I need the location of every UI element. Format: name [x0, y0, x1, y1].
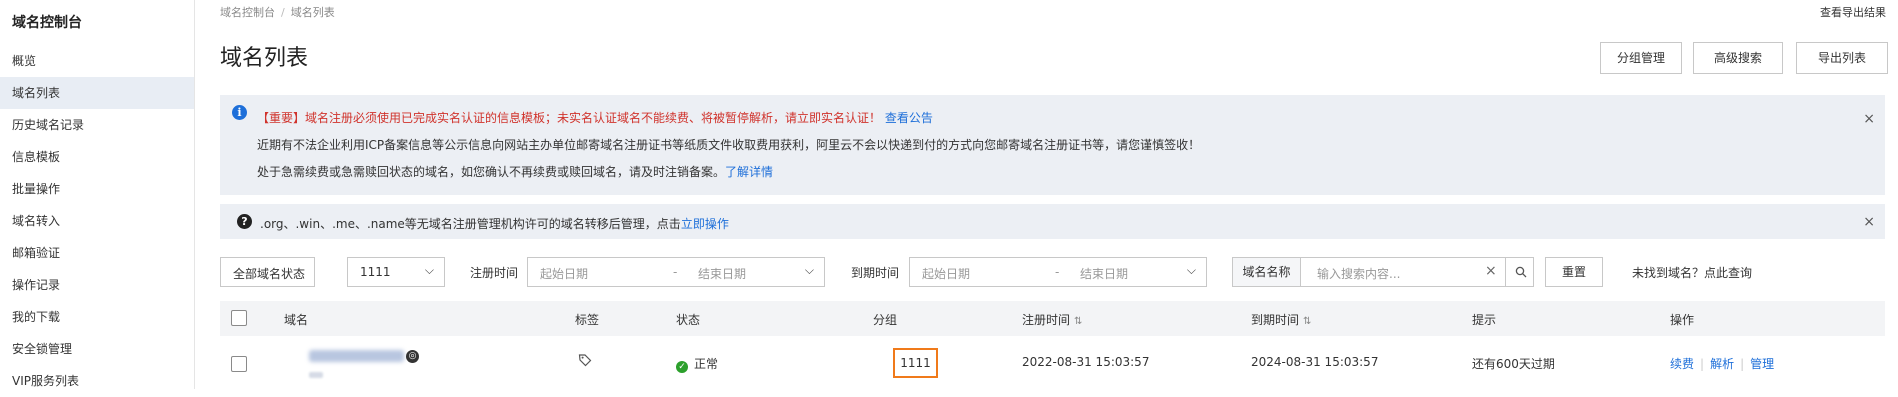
col-reg-time-label: 注册时间 [1022, 313, 1071, 327]
advanced-search-button[interactable]: 高级搜索 [1693, 42, 1783, 74]
table-header: 域名 标签 状态 分组 注册时间 ⇅ 到期时间 ⇅ 提示 操作 [220, 301, 1885, 336]
exp-date-range[interactable]: 起始日期 - 结束日期 ⌵ [909, 257, 1207, 287]
sidebar-item-downloads[interactable]: 我的下载 [0, 301, 194, 333]
status-select-value: 全部域名状态 [233, 267, 306, 281]
manage-link[interactable]: 管理 [1750, 357, 1774, 371]
main-content: 域名控制台 / 域名列表 查看导出结果 域名列表 分组管理 高级搜索 导出列表 i … [195, 0, 1898, 389]
exp-end-input[interactable]: 结束日期 [1080, 265, 1128, 282]
question-icon: ? [237, 214, 252, 229]
domain-subtext-redacted [309, 372, 323, 378]
col-tip: 提示 [1472, 313, 1497, 327]
exp-time-label: 到期时间 [851, 266, 900, 280]
search-input[interactable]: 输入搜索内容... [1317, 265, 1400, 282]
group-select[interactable]: 1111 ⌵ [347, 257, 445, 287]
renew-link[interactable]: 续费 [1670, 357, 1694, 371]
chevron-down-icon: ⌵ [424, 263, 434, 277]
group-cell: 1111 [893, 348, 938, 378]
domain-search: 域名名称 输入搜索内容... × [1232, 257, 1534, 287]
sidebar-item-batch[interactable]: 批量操作 [0, 173, 194, 205]
col-tag: 标签 [575, 313, 600, 327]
col-action: 操作 [1670, 313, 1695, 327]
col-exp-time[interactable]: 到期时间 ⇅ [1251, 311, 1311, 328]
reset-button[interactable]: 重置 [1545, 257, 1603, 287]
breadcrumb-home[interactable]: 域名控制台 [220, 6, 275, 19]
sidebar-item-history[interactable]: 历史域名记录 [0, 109, 194, 141]
notice-transfer-line: .org、.win、.me、.name等无域名注册管理机构许可的域名转移后管理，… [260, 215, 729, 232]
breadcrumb-sep: / [281, 6, 285, 19]
notice-line-1: 【重要】域名注册必须使用已完成实名认证的信息模板；未实名认证域名不能续费、将被暂… [257, 109, 933, 126]
col-reg-time[interactable]: 注册时间 ⇅ [1022, 311, 1082, 328]
chevron-down-icon: ⌵ [1186, 263, 1196, 277]
breadcrumb: 域名控制台 / 域名列表 [220, 4, 335, 20]
sidebar-title: 域名控制台 [12, 15, 82, 31]
select-all-checkbox[interactable] [231, 310, 247, 326]
view-announcement-link[interactable]: 查看公告 [885, 111, 933, 125]
reg-time-cell: 2022-08-31 15:03:57 [1022, 355, 1150, 369]
group-manage-button[interactable]: 分组管理 [1600, 42, 1682, 74]
notice-line-3-text: 处于急需续费或急需赎回状态的域名，如您确认不再续费或赎回域名，请及时注销备案。 [257, 165, 726, 179]
resolve-link[interactable]: 解析 [1710, 357, 1734, 371]
reg-end-input[interactable]: 结束日期 [698, 265, 746, 282]
table-row: ◎ ✓ 正常 1111 2022-08-31 15:03:57 2024-08-3… [220, 336, 1885, 389]
domain-name-redacted[interactable] [309, 350, 404, 362]
exp-time-cell: 2024-08-31 15:03:57 [1251, 355, 1379, 369]
notice-important: i 【重要】域名注册必须使用已完成实名认证的信息模板；未实名认证域名不能续费、将… [220, 95, 1885, 195]
tag-icon-svg [578, 354, 592, 367]
action-cell: 续费 | 解析 | 管理 [1670, 355, 1774, 372]
sidebar-item-vip[interactable]: VIP服务列表 [0, 365, 194, 397]
status-select[interactable]: 全部域名状态 [220, 257, 315, 287]
tag-icon[interactable] [578, 353, 592, 370]
transfer-now-link[interactable]: 立即操作 [681, 217, 729, 231]
sidebar-item-templates[interactable]: 信息模板 [0, 141, 194, 173]
reg-date-range[interactable]: 起始日期 - 结束日期 ⌵ [527, 257, 825, 287]
close-icon[interactable]: × [1863, 111, 1875, 127]
sort-icon[interactable]: ⇅ [1074, 316, 1082, 327]
row-checkbox[interactable] [231, 356, 247, 372]
sidebar-item-domain-list[interactable]: 域名列表 [0, 77, 194, 109]
group-select-value: 1111 [360, 265, 391, 279]
reg-time-label: 注册时间 [470, 266, 519, 280]
search-button[interactable] [1505, 258, 1533, 286]
search-icon [1515, 266, 1527, 278]
divider: | [1740, 357, 1745, 371]
status-text: 正常 [694, 357, 719, 371]
check-circle-icon: ✓ [676, 361, 688, 373]
status-cell: ✓ 正常 [676, 355, 718, 373]
sidebar-item-operation-log[interactable]: 操作记录 [0, 269, 194, 301]
sidebar-item-overview[interactable]: 概览 [0, 45, 194, 77]
sidebar-item-transfer-in[interactable]: 域名转入 [0, 205, 194, 237]
chevron-down-icon: ⌵ [804, 263, 814, 277]
exp-start-input[interactable]: 起始日期 [922, 265, 970, 282]
not-found-link[interactable]: 未找到域名？点此查询 [1632, 264, 1752, 281]
search-type-select[interactable]: 域名名称 [1233, 258, 1301, 286]
notice-line-3: 处于急需续费或急需赎回状态的域名，如您确认不再续费或赎回域名，请及时注销备案。了… [257, 163, 773, 180]
info-icon: i [232, 105, 247, 120]
close-icon[interactable]: × [1863, 214, 1875, 230]
sidebar: 域名控制台 概览 域名列表 历史域名记录 信息模板 批量操作 域名转入 邮箱验证… [0, 0, 195, 389]
page-title: 域名列表 [220, 46, 309, 71]
col-group: 分组 [873, 313, 898, 327]
globe-icon: ◎ [406, 350, 419, 363]
breadcrumb-current: 域名列表 [290, 6, 335, 19]
notice-transfer: ? .org、.win、.me、.name等无域名注册管理机构许可的域名转移后管… [220, 204, 1885, 239]
sidebar-item-security-lock[interactable]: 安全锁管理 [0, 333, 194, 365]
tip-cell: 还有600天过期 [1472, 357, 1555, 371]
col-exp-time-label: 到期时间 [1251, 313, 1300, 327]
notice-transfer-text: .org、.win、.me、.name等无域名注册管理机构许可的域名转移后管理，… [260, 217, 681, 231]
sidebar-item-email-verify[interactable]: 邮箱验证 [0, 237, 194, 269]
sort-icon[interactable]: ⇅ [1303, 316, 1311, 327]
export-result-link[interactable]: 查看导出结果 [1820, 4, 1886, 20]
export-list-button[interactable]: 导出列表 [1796, 42, 1888, 74]
notice-warning-text: 【重要】域名注册必须使用已完成实名认证的信息模板；未实名认证域名不能续费、将被暂… [257, 111, 882, 125]
col-domain: 域名 [284, 313, 309, 327]
col-status: 状态 [676, 313, 701, 327]
divider: | [1700, 357, 1705, 371]
range-separator: - [673, 265, 678, 279]
reg-start-input[interactable]: 起始日期 [540, 265, 588, 282]
range-separator: - [1055, 265, 1060, 279]
clear-icon[interactable]: × [1485, 263, 1497, 279]
learn-more-link[interactable]: 了解详情 [725, 165, 773, 179]
notice-line-2: 近期有不法企业利用ICP备案信息等公示信息向网站主办单位邮寄域名注册证书等纸质文… [257, 138, 1201, 152]
